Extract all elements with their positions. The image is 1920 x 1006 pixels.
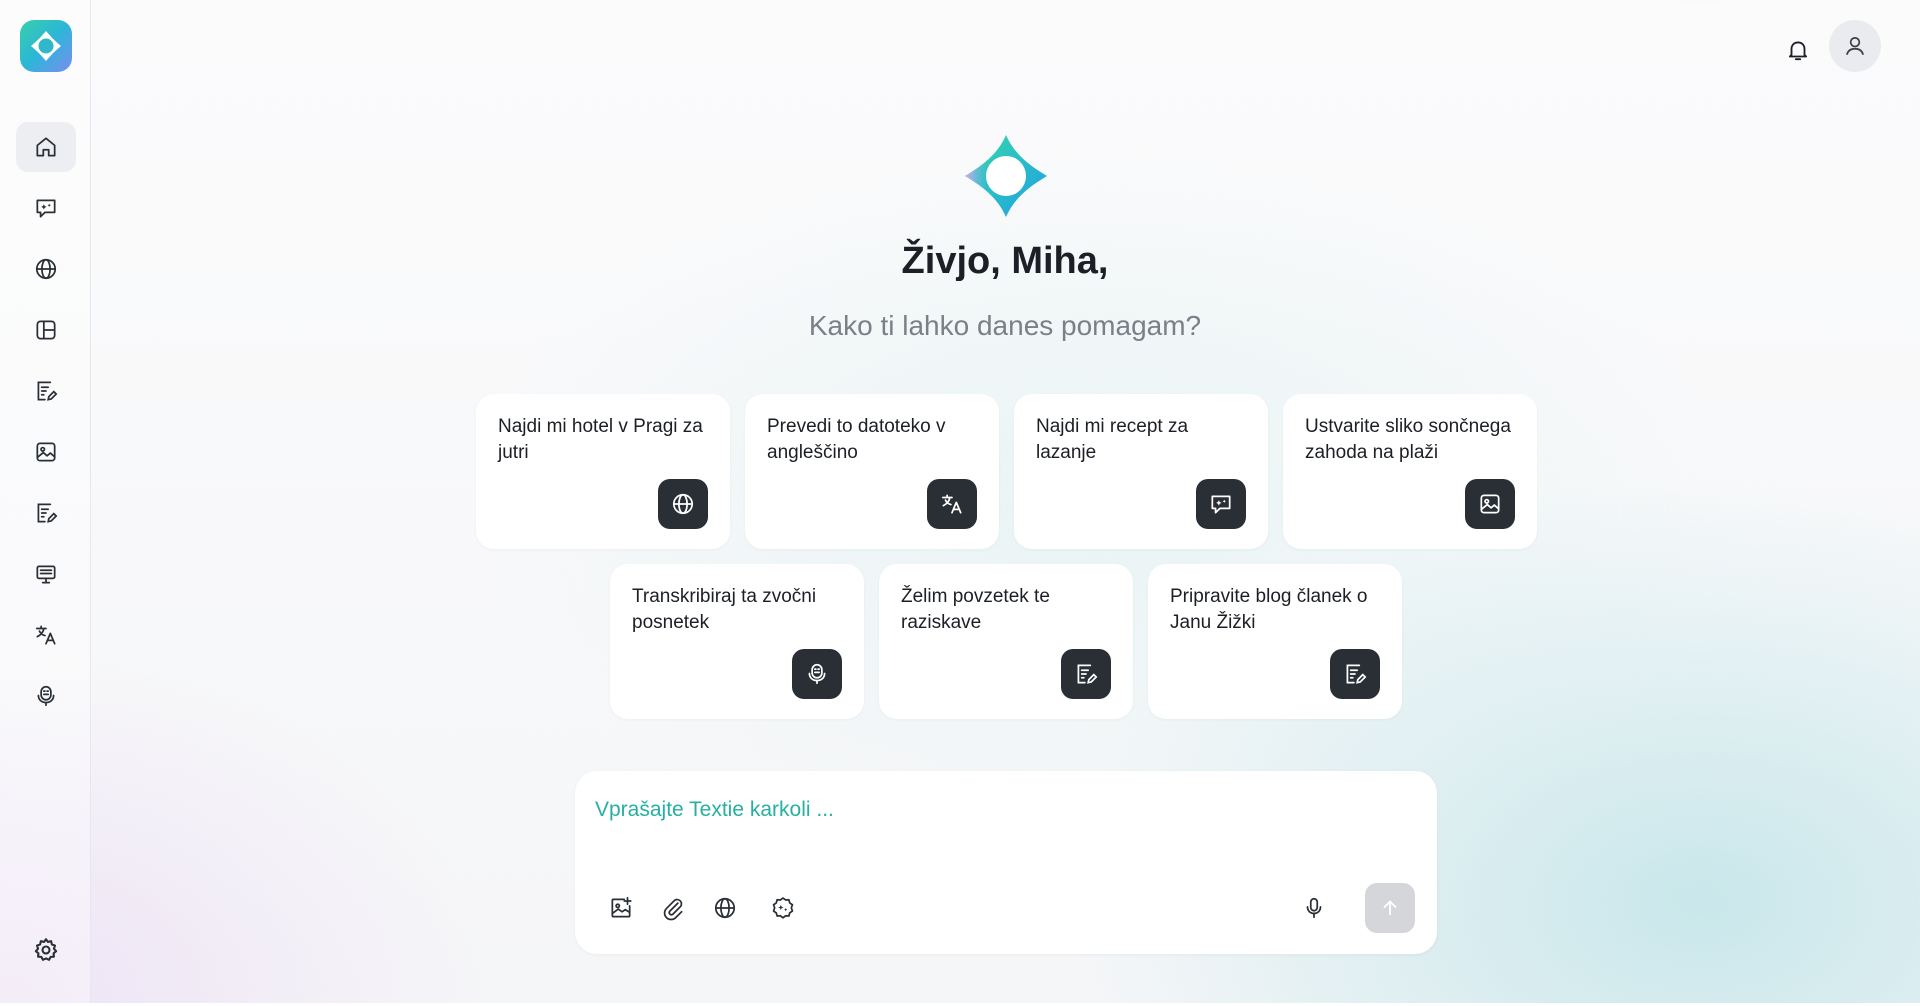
document-edit-icon <box>1346 664 1367 684</box>
document-edit-icon <box>37 503 58 523</box>
paperclip-icon <box>663 898 683 921</box>
sparkle-badge-icon <box>772 897 794 919</box>
user-avatar-button[interactable] <box>1829 20 1881 72</box>
app-logo[interactable] <box>20 20 72 72</box>
sidebar-item-documents[interactable] <box>16 488 76 538</box>
notifications-button[interactable] <box>1776 28 1820 72</box>
add-image-icon <box>611 896 632 918</box>
suggestion-card-blog[interactable]: Pripravite blog članek o Janu Žižki <box>1148 564 1402 719</box>
monitor-icon <box>36 565 56 584</box>
attach-file-button[interactable] <box>653 888 693 928</box>
microphone-button[interactable] <box>1294 888 1334 928</box>
bell-icon <box>1788 41 1808 61</box>
gear-icon <box>34 938 58 961</box>
ai-mode-button[interactable] <box>763 888 803 928</box>
suggestion-label: Prevedi to datoteko v angleščino <box>767 416 946 463</box>
sidebar-item-presentations[interactable] <box>16 549 76 599</box>
globe-icon <box>672 493 694 515</box>
document-edit-icon <box>37 381 58 401</box>
greeting-subtitle: Kako ti lahko danes pomagam? <box>808 310 1202 341</box>
suggestion-label: Najdi mi hotel v Pragi za jutri <box>498 416 703 463</box>
suggestion-icon-button[interactable] <box>1196 479 1246 529</box>
suggestion-card-hotel[interactable]: Najdi mi hotel v Pragi za jutri <box>476 394 730 549</box>
suggestion-card-transcribe[interactable]: Transkribiraj ta zvočni posnetek <box>610 564 864 719</box>
document-edit-icon <box>1077 664 1098 684</box>
translate-icon <box>35 625 56 645</box>
settings-button[interactable] <box>16 925 76 975</box>
sidebar-item-translate[interactable] <box>16 610 76 660</box>
arrow-up-icon <box>1383 900 1397 916</box>
user-icon <box>1846 37 1864 55</box>
suggestion-label: Transkribiraj ta zvočni posnetek <box>632 586 817 633</box>
send-button[interactable] <box>1365 883 1415 933</box>
sidebar <box>0 0 91 1006</box>
suggestion-label: Želim povzetek te raziskave <box>901 586 1050 633</box>
sidebar-item-images[interactable] <box>16 427 76 477</box>
sidebar-item-chat[interactable] <box>16 183 76 233</box>
suggestion-icon-button[interactable] <box>792 649 842 699</box>
home-icon <box>36 137 56 157</box>
translate-icon <box>941 494 962 514</box>
hero-logo-icon <box>965 135 1047 217</box>
web-search-button[interactable] <box>705 888 745 928</box>
suggestion-icon-button[interactable] <box>1061 649 1111 699</box>
suggestion-label: Ustvarite sliko sončnega zahoda na plaži <box>1305 416 1511 463</box>
chat-sparkle-icon <box>36 199 56 218</box>
suggestion-card-summary[interactable]: Želim povzetek te raziskave <box>879 564 1133 719</box>
textie-logo-icon <box>31 31 61 61</box>
add-image-button[interactable] <box>601 888 641 928</box>
chat-composer <box>575 771 1437 954</box>
suggestion-card-image[interactable]: Ustvarite sliko sončnega zahoda na plaži <box>1283 394 1537 549</box>
transcribe-icon <box>37 685 55 707</box>
suggestion-card-recipe[interactable]: Najdi mi recept za lazanje <box>1014 394 1268 549</box>
suggestion-icon-button[interactable] <box>1465 479 1515 529</box>
suggestion-icon-button[interactable] <box>658 479 708 529</box>
image-icon <box>1480 494 1500 514</box>
microphone-icon <box>1306 897 1322 919</box>
suggestion-icon-button[interactable] <box>1330 649 1380 699</box>
prompt-input[interactable] <box>595 793 1395 827</box>
suggestion-icon-button[interactable] <box>927 479 977 529</box>
sidebar-item-transcribe[interactable] <box>16 671 76 721</box>
sidebar-item-writer[interactable] <box>16 366 76 416</box>
suggestion-label: Pripravite blog članek o Janu Žižki <box>1170 586 1368 633</box>
suggestion-label: Najdi mi recept za lazanje <box>1036 416 1189 463</box>
image-icon <box>36 442 56 462</box>
globe-icon <box>714 897 736 919</box>
sidebar-item-home[interactable] <box>16 122 76 172</box>
suggestion-card-translate[interactable]: Prevedi to datoteko v angleščino <box>745 394 999 549</box>
greeting-title: Živjo, Miha, <box>901 240 1109 282</box>
transcribe-icon <box>808 663 826 685</box>
chat-sparkle-icon <box>1211 495 1231 514</box>
